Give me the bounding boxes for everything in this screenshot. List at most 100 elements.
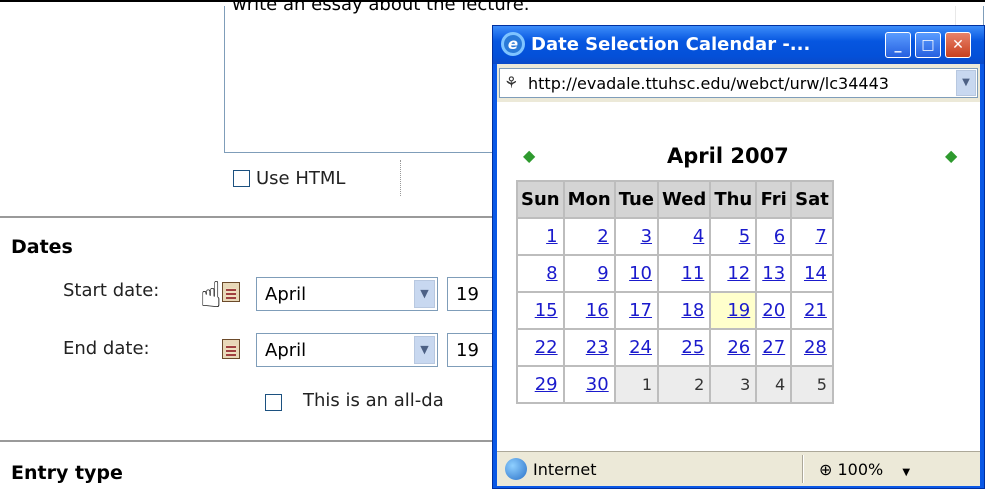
day-cell[interactable]: 17: [613, 291, 660, 330]
day-link[interactable]: 6: [774, 226, 785, 247]
day-cell[interactable]: 26: [709, 328, 758, 367]
close-button[interactable]: ✕: [945, 32, 971, 58]
all-day-checkbox[interactable]: [265, 394, 282, 411]
day-cell[interactable]: 11: [657, 254, 712, 293]
use-html-checkbox[interactable]: [233, 170, 250, 187]
day-cell[interactable]: 5: [709, 217, 758, 256]
day-cell[interactable]: 14: [790, 254, 834, 293]
day-cell[interactable]: 2: [562, 217, 616, 256]
day-link[interactable]: 21: [804, 300, 827, 321]
day-cell[interactable]: 22: [516, 328, 565, 367]
weekday-header: Tue: [613, 180, 660, 219]
day-link[interactable]: 23: [586, 337, 609, 358]
day-link[interactable]: 11: [681, 263, 704, 284]
day-cell[interactable]: 12: [709, 254, 758, 293]
ie-icon: e: [501, 32, 525, 56]
day-link[interactable]: 27: [762, 337, 785, 358]
day-link[interactable]: 8: [546, 263, 557, 284]
day-cell[interactable]: 7: [790, 217, 834, 256]
weekday-header: Wed: [657, 180, 712, 219]
day-link[interactable]: 2: [597, 226, 608, 247]
calendar-grid: Sun Mon Tue Wed Thu Fri Sat 1 2 3 4 5 6 …: [516, 180, 834, 404]
day-cell[interactable]: 23: [562, 328, 616, 367]
day-link[interactable]: 13: [762, 263, 785, 284]
day-link[interactable]: 12: [727, 263, 750, 284]
day-link[interactable]: 1: [546, 226, 557, 247]
day-cell[interactable]: 3: [613, 217, 660, 256]
url-field[interactable]: ⚘ http://evadale.ttuhsc.edu/webct/urw/lc…: [499, 68, 978, 98]
minimize-button[interactable]: _: [885, 32, 911, 58]
start-date-label: Start date:: [63, 280, 160, 301]
end-date-label: End date:: [63, 338, 150, 359]
day-link[interactable]: 30: [586, 374, 609, 395]
end-month-select[interactable]: April ▼: [256, 333, 438, 367]
day-cell[interactable]: 29: [516, 365, 565, 404]
day-link[interactable]: 25: [681, 337, 704, 358]
day-cell[interactable]: 21: [790, 291, 834, 330]
day-link[interactable]: 26: [727, 337, 750, 358]
chevron-down-icon: ▼: [902, 467, 911, 478]
end-calendar-icon[interactable]: [222, 339, 240, 359]
day-cell[interactable]: 8: [516, 254, 565, 293]
day-cell[interactable]: 30: [562, 365, 616, 404]
day-link[interactable]: 17: [629, 300, 652, 321]
chevron-down-icon[interactable]: ▼: [956, 70, 976, 96]
day-link[interactable]: 28: [804, 337, 827, 358]
day-link[interactable]: 16: [586, 300, 609, 321]
day-cell[interactable]: 13: [755, 254, 793, 293]
day-cell[interactable]: 1: [516, 217, 565, 256]
popup-title-bar[interactable]: e Date Selection Calendar -... _ □ ✕: [493, 26, 984, 64]
selected-day-cell[interactable]: 19: [709, 291, 758, 330]
next-month-day-cell: 4: [755, 365, 793, 404]
day-cell[interactable]: 27: [755, 328, 793, 367]
end-month-value: April: [265, 340, 307, 361]
day-link[interactable]: 14: [804, 263, 827, 284]
day-cell[interactable]: 9: [562, 254, 616, 293]
day-link[interactable]: 4: [693, 226, 704, 247]
day-link[interactable]: 29: [535, 374, 558, 395]
next-month-day-cell: 1: [613, 365, 660, 404]
section-divider-2: [0, 440, 492, 442]
status-divider: [802, 455, 804, 483]
hand-cursor-icon: ☝: [200, 275, 222, 316]
url-text: http://evadale.ttuhsc.edu/webct/urw/lc34…: [528, 74, 889, 93]
day-link[interactable]: 10: [629, 263, 652, 284]
day-cell[interactable]: 20: [755, 291, 793, 330]
day-link[interactable]: 24: [629, 337, 652, 358]
day-link[interactable]: 18: [681, 300, 704, 321]
status-bar: Internet ⊕ 100% ▼: [497, 451, 980, 486]
zoom-value: 100%: [837, 460, 884, 479]
day-cell[interactable]: 6: [755, 217, 793, 256]
popup-title: Date Selection Calendar -...: [531, 34, 811, 55]
chevron-down-icon: ▼: [414, 336, 435, 364]
start-calendar-icon[interactable]: [222, 282, 240, 302]
day-link[interactable]: 20: [762, 300, 785, 321]
start-month-select[interactable]: April ▼: [256, 277, 438, 311]
day-cell[interactable]: 10: [613, 254, 660, 293]
day-link[interactable]: 19: [727, 300, 750, 321]
day-cell[interactable]: 25: [657, 328, 712, 367]
next-month-arrow-icon[interactable]: ◆: [945, 146, 957, 165]
next-month-day-cell: 2: [657, 365, 712, 404]
dates-heading: Dates: [11, 236, 73, 258]
day-cell[interactable]: 16: [562, 291, 616, 330]
day-link[interactable]: 15: [535, 300, 558, 321]
day-cell[interactable]: 18: [657, 291, 712, 330]
day-link[interactable]: 7: [815, 226, 826, 247]
prev-month-arrow-icon[interactable]: ◆: [523, 146, 535, 165]
day-link[interactable]: 5: [739, 226, 750, 247]
zoom-level[interactable]: ⊕ 100% ▼: [819, 460, 910, 479]
all-day-label: This is an all-da: [303, 390, 444, 411]
day-cell[interactable]: 15: [516, 291, 565, 330]
day-link[interactable]: 22: [535, 337, 558, 358]
day-cell[interactable]: 4: [657, 217, 712, 256]
month-label: April 2007: [667, 144, 789, 168]
day-link[interactable]: 9: [597, 263, 608, 284]
section-divider: [0, 216, 492, 218]
day-cell[interactable]: 28: [790, 328, 834, 367]
weekday-header: Thu: [709, 180, 758, 219]
week-row: 29 30 1 2 3 4 5: [516, 365, 834, 404]
day-link[interactable]: 3: [641, 226, 652, 247]
day-cell[interactable]: 24: [613, 328, 660, 367]
maximize-button[interactable]: □: [915, 32, 941, 58]
